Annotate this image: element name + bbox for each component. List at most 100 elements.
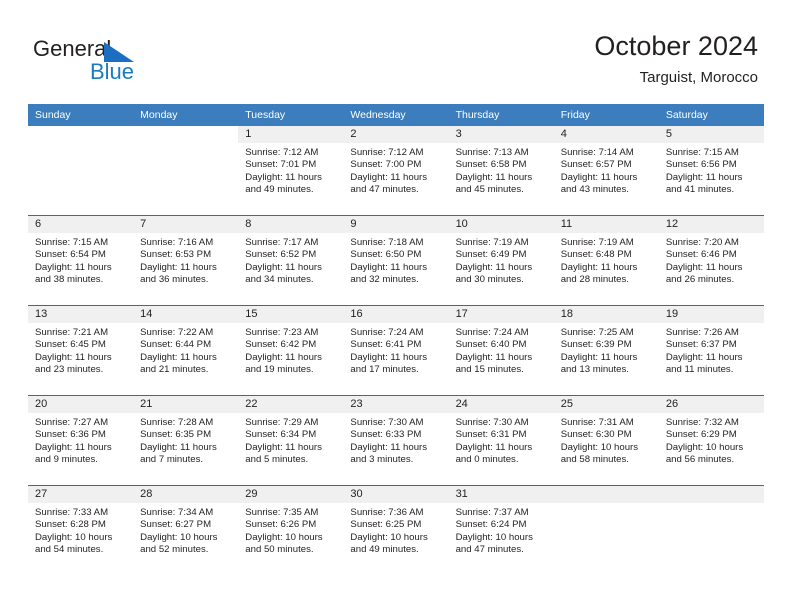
calendar-day-cell[interactable]: 18 Sunrise: 7:25 AM Sunset: 6:39 PM Dayligh… <box>553 305 659 396</box>
sun-info: Sunrise: 7:26 AM Sunset: 6:37 PM Daylight:… <box>659 323 764 376</box>
day-number <box>28 126 133 143</box>
day-cell-inner: 9 Sunrise: 7:18 AM Sunset: 6:50 PM Daylight… <box>343 216 449 305</box>
sun-info: Sunrise: 7:15 AM Sunset: 6:56 PM Daylight:… <box>659 143 764 196</box>
day-cell-inner: 25 Sunrise: 7:31 AM Sunset: 6:30 PM Dayligh… <box>553 396 659 485</box>
calendar-day-cell[interactable]: 19 Sunrise: 7:26 AM Sunset: 6:37 PM Dayligh… <box>658 305 764 396</box>
calendar-day-cell[interactable] <box>133 126 238 216</box>
calendar-day-cell[interactable]: 20 Sunrise: 7:27 AM Sunset: 6:36 PM Dayligh… <box>28 395 134 486</box>
calendar-day-cell[interactable]: 5 Sunrise: 7:15 AM Sunset: 6:56 PM Daylight… <box>658 126 764 216</box>
calendar-week-row: 27 Sunrise: 7:33 AM Sunset: 6:28 PM Dayligh… <box>28 485 764 575</box>
day-cell-inner: 4 Sunrise: 7:14 AM Sunset: 6:57 PM Daylight… <box>553 126 659 215</box>
day-number <box>658 486 764 503</box>
calendar-day-cell[interactable]: 11 Sunrise: 7:19 AM Sunset: 6:48 PM Dayligh… <box>553 215 659 306</box>
calendar-day-cell[interactable]: 22 Sunrise: 7:29 AM Sunset: 6:34 PM Dayligh… <box>238 395 344 486</box>
sunrise-time: Sunrise: 7:31 AM <box>560 417 634 428</box>
daylight-duration-line2: and 28 minutes. <box>560 273 629 285</box>
calendar-week-row: 6 Sunrise: 7:15 AM Sunset: 6:54 PM Daylight… <box>28 215 764 306</box>
day-cell-inner: 30 Sunrise: 7:36 AM Sunset: 6:25 PM Dayligh… <box>343 486 449 575</box>
calendar-day-cell[interactable]: 25 Sunrise: 7:31 AM Sunset: 6:30 PM Dayligh… <box>553 395 659 486</box>
sunset-time: Sunset: 6:56 PM <box>665 159 737 171</box>
day-number: 23 <box>343 396 449 413</box>
daylight-duration-line2: and 38 minutes. <box>35 273 104 285</box>
calendar-day-cell[interactable]: 29 Sunrise: 7:35 AM Sunset: 6:26 PM Dayligh… <box>238 485 344 575</box>
calendar-day-cell[interactable]: 30 Sunrise: 7:36 AM Sunset: 6:25 PM Dayligh… <box>343 485 449 575</box>
day-cell-inner: 8 Sunrise: 7:17 AM Sunset: 6:52 PM Daylight… <box>238 216 344 305</box>
sunset-time: Sunset: 6:31 PM <box>455 429 527 441</box>
daylight-duration-line1: Daylight: 11 hours <box>665 171 743 183</box>
day-cell-inner <box>133 126 238 215</box>
day-number: 14 <box>133 306 239 323</box>
day-cell-inner: 10 Sunrise: 7:19 AM Sunset: 6:49 PM Dayligh… <box>448 216 554 305</box>
calendar-day-cell[interactable]: 15 Sunrise: 7:23 AM Sunset: 6:42 PM Dayligh… <box>238 305 344 396</box>
calendar-day-cell[interactable]: 24 Sunrise: 7:30 AM Sunset: 6:31 PM Dayligh… <box>448 395 554 486</box>
calendar-day-cell[interactable]: 4 Sunrise: 7:14 AM Sunset: 6:57 PM Daylight… <box>553 126 659 216</box>
sunset-time: Sunset: 6:46 PM <box>665 249 737 261</box>
calendar-day-cell[interactable]: 9 Sunrise: 7:18 AM Sunset: 6:50 PM Daylight… <box>343 215 449 306</box>
calendar-day-cell[interactable] <box>553 485 659 575</box>
daylight-duration-line1: Daylight: 10 hours <box>245 531 323 543</box>
calendar-day-cell[interactable]: 7 Sunrise: 7:16 AM Sunset: 6:53 PM Daylight… <box>133 215 239 306</box>
sunset-time: Sunset: 6:29 PM <box>665 429 737 441</box>
day-number: 2 <box>343 126 449 143</box>
daylight-duration-line1: Daylight: 11 hours <box>140 441 217 453</box>
calendar-day-cell[interactable] <box>28 126 133 216</box>
day-cell-inner: 24 Sunrise: 7:30 AM Sunset: 6:31 PM Dayligh… <box>448 396 554 485</box>
calendar-day-cell[interactable]: 17 Sunrise: 7:24 AM Sunset: 6:40 PM Dayligh… <box>448 305 554 396</box>
sunset-time: Sunset: 6:40 PM <box>455 339 527 351</box>
day-cell-inner: 7 Sunrise: 7:16 AM Sunset: 6:53 PM Daylight… <box>133 216 239 305</box>
calendar-day-cell[interactable]: 21 Sunrise: 7:28 AM Sunset: 6:35 PM Dayligh… <box>133 395 239 486</box>
calendar-day-cell[interactable]: 13 Sunrise: 7:21 AM Sunset: 6:45 PM Dayligh… <box>28 305 134 396</box>
sunrise-time: Sunrise: 7:17 AM <box>245 237 319 248</box>
sun-info: Sunrise: 7:33 AM Sunset: 6:28 PM Daylight:… <box>28 503 133 556</box>
daylight-duration-line1: Daylight: 11 hours <box>140 261 217 273</box>
daylight-duration-line2: and 56 minutes. <box>665 453 735 465</box>
sun-info: Sunrise: 7:17 AM Sunset: 6:52 PM Daylight:… <box>238 233 343 286</box>
calendar-day-cell[interactable]: 1 Sunrise: 7:12 AM Sunset: 7:01 PM Daylight… <box>238 126 344 216</box>
calendar-day-cell[interactable]: 28 Sunrise: 7:34 AM Sunset: 6:27 PM Dayligh… <box>133 485 239 575</box>
sunset-time: Sunset: 6:50 PM <box>350 249 422 261</box>
daylight-duration-line2: and 17 minutes. <box>350 363 419 375</box>
day-number: 5 <box>658 126 764 143</box>
brand-logo[interactable]: General Blue <box>33 36 213 90</box>
daylight-duration-line2: and 30 minutes. <box>455 273 524 285</box>
calendar-week-row: 1 Sunrise: 7:12 AM Sunset: 7:01 PM Daylight… <box>28 126 764 216</box>
calendar-day-cell[interactable]: 3 Sunrise: 7:13 AM Sunset: 6:58 PM Daylight… <box>448 126 554 216</box>
sun-info: Sunrise: 7:19 AM Sunset: 6:49 PM Daylight:… <box>449 233 554 286</box>
day-cell-inner: 28 Sunrise: 7:34 AM Sunset: 6:27 PM Dayligh… <box>133 486 239 575</box>
sunrise-time: Sunrise: 7:34 AM <box>140 507 214 518</box>
calendar-day-cell[interactable] <box>658 485 764 575</box>
sunset-time: Sunset: 6:25 PM <box>350 519 422 531</box>
day-number: 25 <box>553 396 659 413</box>
calendar-day-cell[interactable]: 27 Sunrise: 7:33 AM Sunset: 6:28 PM Dayligh… <box>28 485 134 575</box>
day-cell-inner: 3 Sunrise: 7:13 AM Sunset: 6:58 PM Daylight… <box>448 126 554 215</box>
calendar-day-cell[interactable]: 6 Sunrise: 7:15 AM Sunset: 6:54 PM Daylight… <box>28 215 134 306</box>
daylight-duration-line1: Daylight: 11 hours <box>35 261 112 273</box>
weekday-header-sunday: Sunday <box>28 104 134 126</box>
daylight-duration-line1: Daylight: 10 hours <box>665 441 744 453</box>
calendar-day-cell[interactable]: 12 Sunrise: 7:20 AM Sunset: 6:46 PM Dayligh… <box>658 215 764 306</box>
sun-info: Sunrise: 7:24 AM Sunset: 6:41 PM Daylight:… <box>343 323 448 376</box>
day-number <box>553 486 659 503</box>
calendar-table: Sunday Monday Tuesday Wednesday Thursday… <box>28 104 764 575</box>
sunrise-time: Sunrise: 7:19 AM <box>560 237 634 248</box>
calendar-day-cell[interactable]: 26 Sunrise: 7:32 AM Sunset: 6:29 PM Dayligh… <box>658 395 764 486</box>
day-number: 20 <box>28 396 134 413</box>
calendar-day-cell[interactable]: 16 Sunrise: 7:24 AM Sunset: 6:41 PM Dayligh… <box>343 305 449 396</box>
calendar-day-cell[interactable]: 14 Sunrise: 7:22 AM Sunset: 6:44 PM Dayligh… <box>133 305 239 396</box>
calendar-day-cell[interactable]: 2 Sunrise: 7:12 AM Sunset: 7:00 PM Daylight… <box>343 126 449 216</box>
day-cell-inner: 15 Sunrise: 7:23 AM Sunset: 6:42 PM Dayligh… <box>238 306 344 395</box>
daylight-duration-line2: and 36 minutes. <box>140 273 209 285</box>
sunrise-time: Sunrise: 7:33 AM <box>35 507 109 518</box>
day-number: 19 <box>658 306 764 323</box>
calendar-day-cell[interactable]: 23 Sunrise: 7:30 AM Sunset: 6:33 PM Dayligh… <box>343 395 449 486</box>
calendar-day-cell[interactable]: 10 Sunrise: 7:19 AM Sunset: 6:49 PM Dayligh… <box>448 215 554 306</box>
daylight-duration-line1: Daylight: 10 hours <box>140 531 218 543</box>
daylight-duration-line1: Daylight: 11 hours <box>560 171 638 183</box>
daylight-duration-line2: and 15 minutes. <box>455 363 524 375</box>
daylight-duration-line2: and 3 minutes. <box>350 453 414 465</box>
daylight-duration-line1: Daylight: 10 hours <box>35 531 113 543</box>
calendar-day-cell[interactable]: 31 Sunrise: 7:37 AM Sunset: 6:24 PM Dayligh… <box>448 485 554 575</box>
calendar-day-cell[interactable]: 8 Sunrise: 7:17 AM Sunset: 6:52 PM Daylight… <box>238 215 344 306</box>
day-number: 22 <box>238 396 344 413</box>
daylight-duration-line2: and 19 minutes. <box>245 363 314 375</box>
